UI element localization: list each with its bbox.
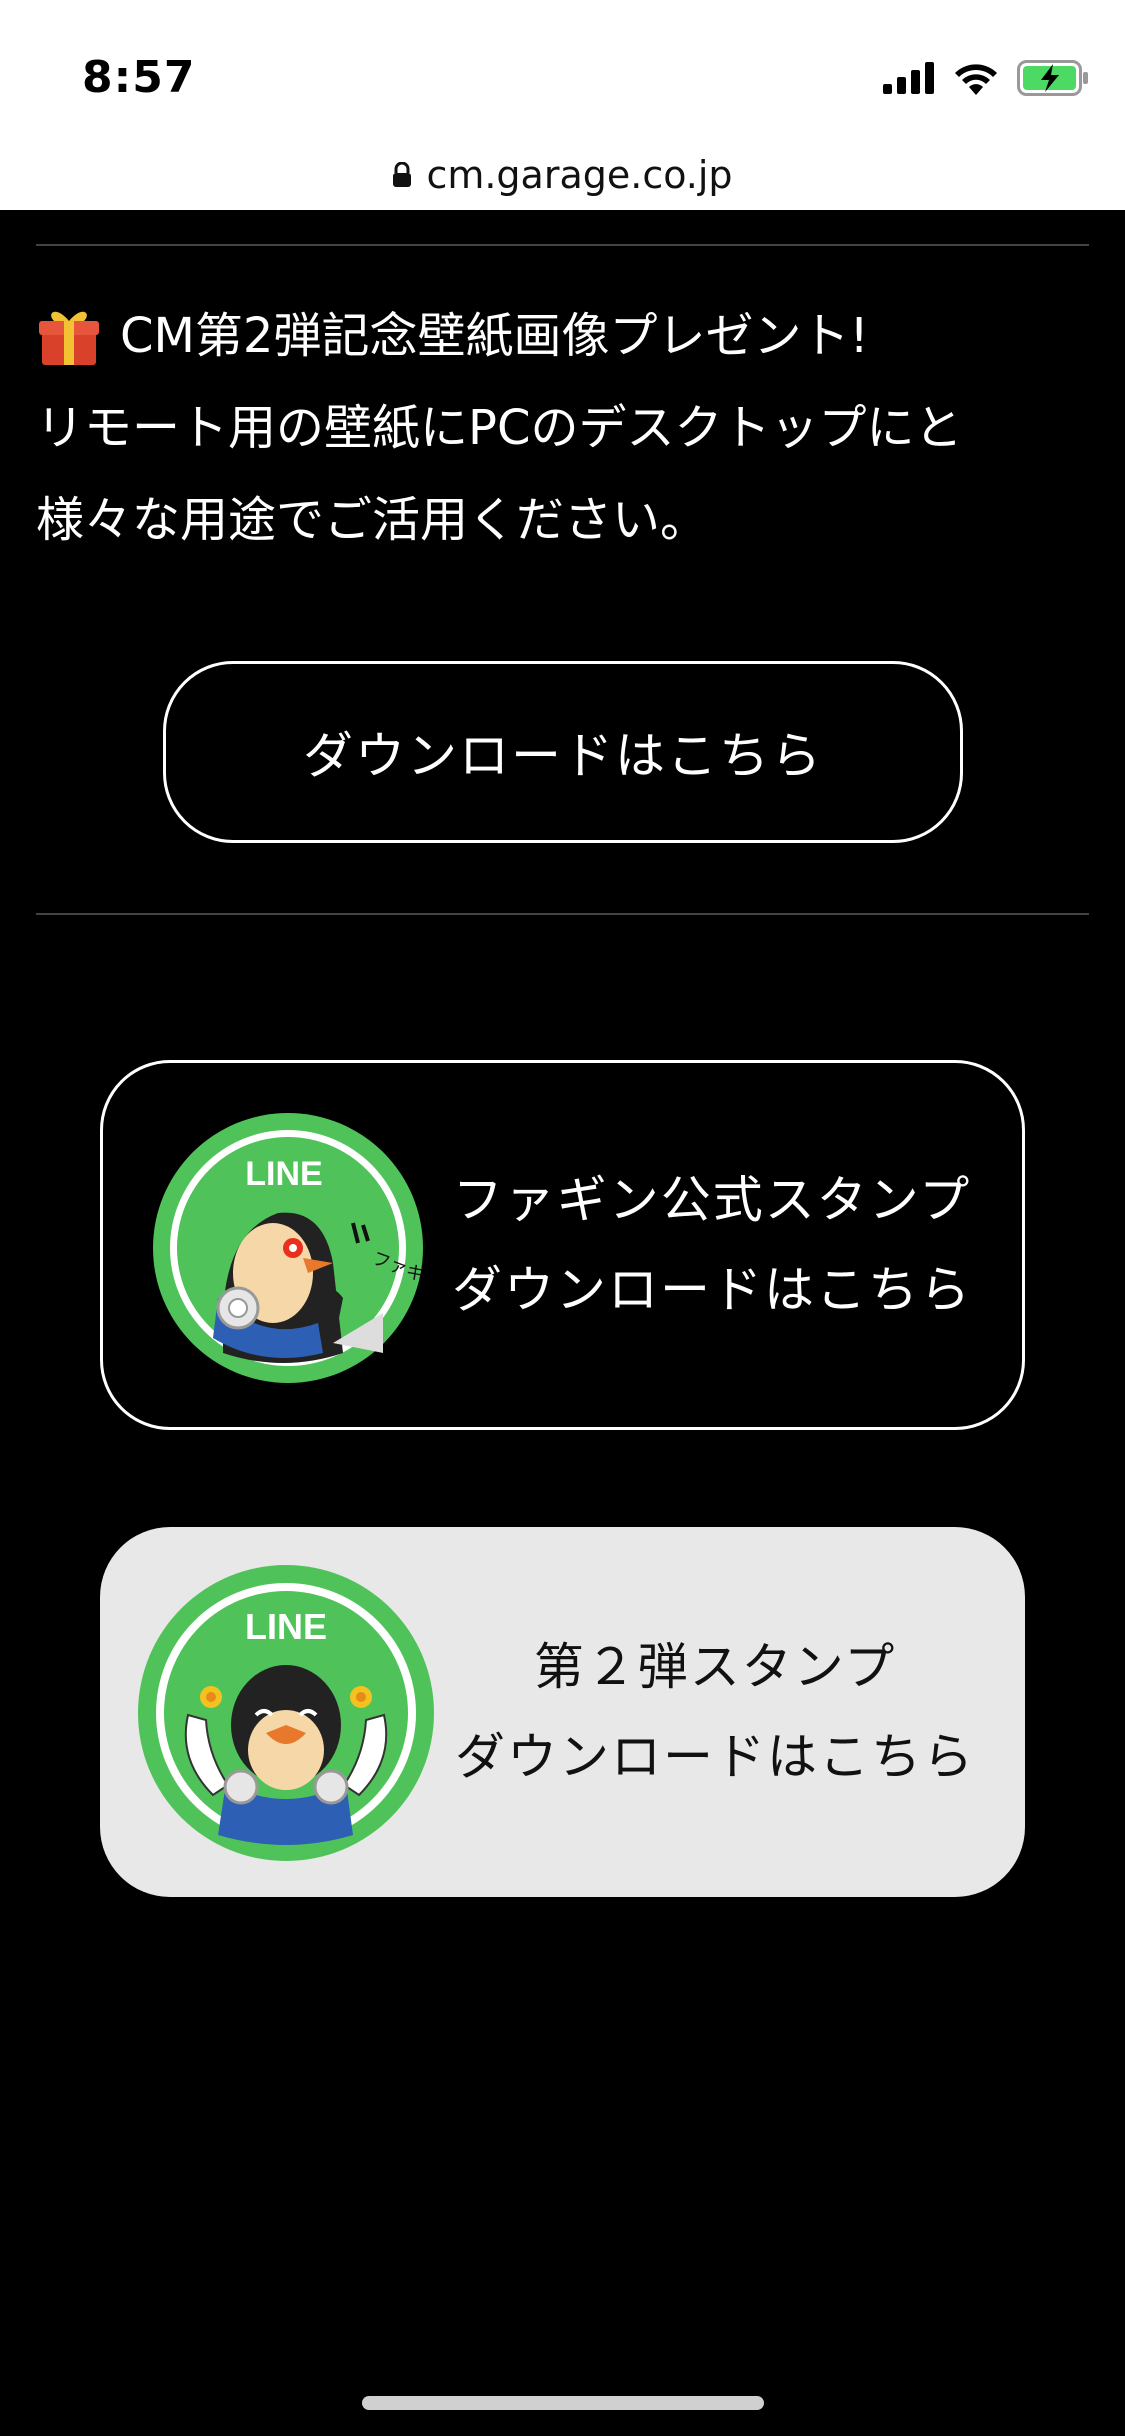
line-penguin-stamp-badge: LINE ファギ!: [153, 1113, 423, 1383]
battery-charging-icon: [1017, 60, 1088, 96]
faggin-stamp-text: ファギン公式スタンプ ダウンロードはこちら: [452, 1155, 972, 1335]
cellular-signal-icon: [883, 62, 934, 94]
address-bar[interactable]: cm.garage.co.jp: [0, 140, 1125, 210]
top-divider: [36, 244, 1089, 246]
badge-line-label: LINE: [245, 1155, 322, 1193]
status-bar: 8:57: [0, 0, 1125, 140]
second-stamp-download-card[interactable]: LINE 第２弾スタンプ ダウンロードはこちら: [100, 1527, 1025, 1897]
gift-icon: [39, 311, 99, 365]
faggin-stamp-title: ファギン公式スタンプ: [452, 1171, 972, 1229]
promo-line-2: リモート用の壁紙にPCのデスクトップにと: [36, 400, 963, 456]
wallpaper-download-button[interactable]: ダウンロードはこちら: [163, 661, 963, 843]
middle-divider: [36, 913, 1089, 915]
wifi-icon: [955, 64, 997, 95]
faggin-stamp-download-card[interactable]: LINE ファギ! ファギン公式スタンプ ダウンロードはこちら: [100, 1060, 1025, 1430]
url-text: cm.garage.co.jp: [426, 153, 733, 197]
status-time: 8:57: [82, 52, 196, 103]
wallpaper-download-label: ダウンロードはこちら: [303, 727, 823, 785]
faggin-stamp-download-label: ダウンロードはこちら: [452, 1261, 972, 1319]
badge-line-label-2: LINE: [245, 1606, 327, 1647]
line-penguin-stamp-badge-2: LINE: [138, 1565, 434, 1861]
second-stamp-download-label: ダウンロードはこちら: [455, 1728, 975, 1786]
home-indicator[interactable]: [362, 2396, 764, 2410]
promo-text-block: CM第2弾記念壁紙画像プレゼント! リモート用の壁紙にPCのデスクトップにと 様…: [36, 290, 1096, 566]
lock-icon: [393, 162, 412, 187]
status-icons: [883, 60, 1089, 96]
promo-line-1: CM第2弾記念壁紙画像プレゼント!: [120, 308, 869, 364]
second-stamp-text: 第２弾スタンプ ダウンロードはこちら: [455, 1622, 975, 1802]
promo-line-3: 様々な用途でご活用ください。: [36, 492, 709, 548]
second-stamp-title: 第２弾スタンプ: [533, 1638, 897, 1696]
